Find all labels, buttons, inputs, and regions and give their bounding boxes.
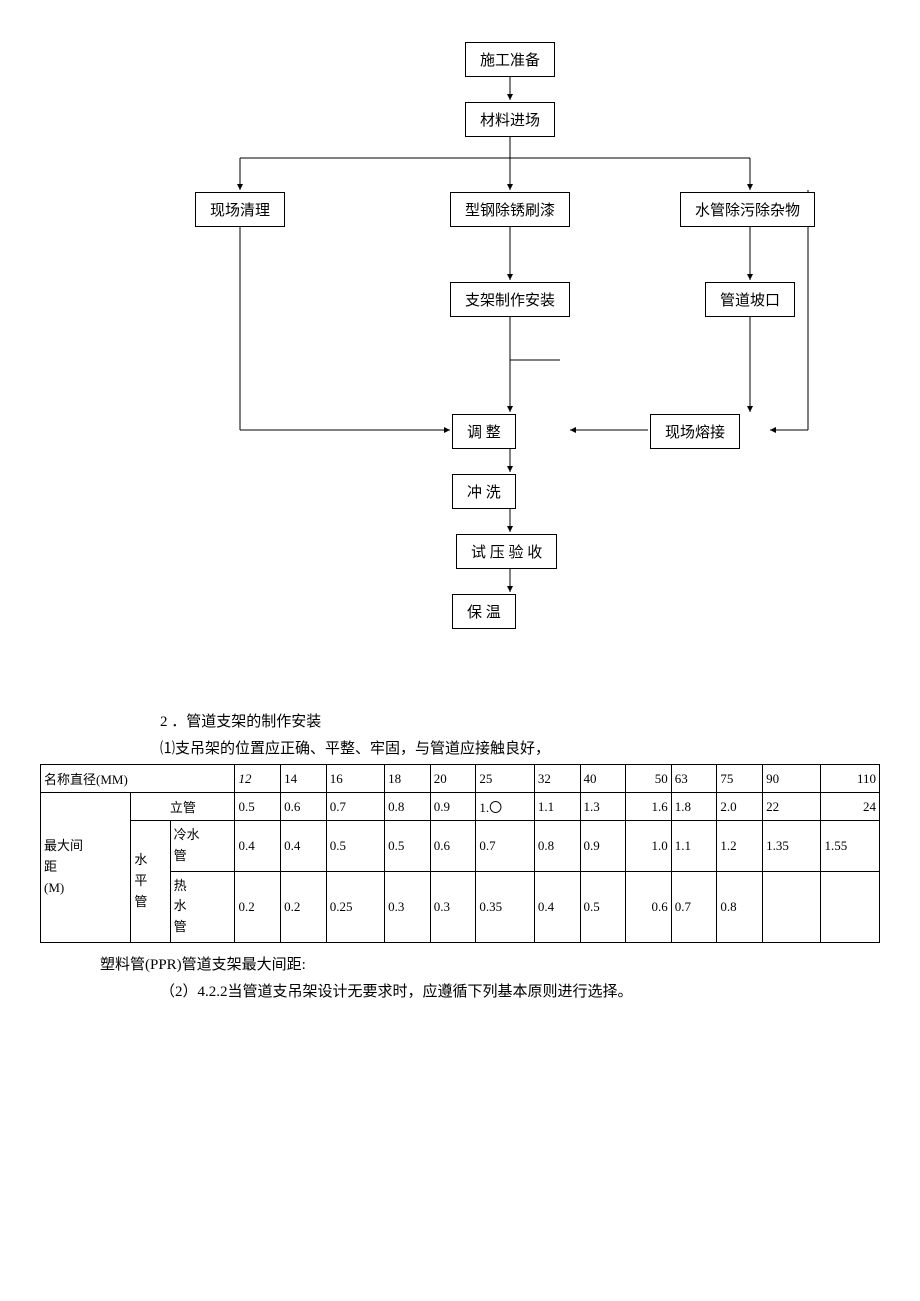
td-lg-3: 0.8 (385, 793, 431, 821)
maxspan-l3: (M) (44, 880, 64, 895)
th-d-8: 50 (626, 765, 672, 793)
td-cold-5: 0.7 (476, 821, 534, 872)
maxspan-l2: 距 (44, 859, 57, 874)
td-lg-1: 0.6 (281, 793, 327, 821)
td-maxspan-label: 最大间 距 (M) (41, 793, 131, 943)
spacing-table: 名称直径(MM) 12 14 16 18 20 25 32 40 50 63 7… (40, 764, 880, 943)
td-cold-0: 0.4 (235, 821, 281, 872)
td-cold-label: 冷水 管 (170, 821, 235, 872)
table-row-cold: 水 平 管 冷水 管 0.4 0.4 0.5 0.5 0.6 0.7 0.8 0… (41, 821, 880, 872)
td-hot-12 (821, 871, 880, 942)
hp-l1: 水 (134, 852, 147, 867)
th-d-7: 40 (580, 765, 626, 793)
maxspan-l1: 最大间 (44, 838, 83, 853)
flowchart: 施工准备 材料进场 现场清理 型钢除锈刷漆 水管除污除杂物 支架制作安装 管道坡… (110, 40, 810, 680)
th-d-3: 18 (385, 765, 431, 793)
td-lg-9: 1.8 (671, 793, 717, 821)
td-cold-7: 0.9 (580, 821, 626, 872)
td-cold-11: 1.35 (763, 821, 821, 872)
hot-l3: 管 (174, 919, 187, 934)
td-hot-9: 0.7 (671, 871, 717, 942)
flow-node-fuse: 现场熔接 (650, 414, 740, 449)
flow-node-material: 材料进场 (465, 102, 555, 137)
td-lg-6: 1.1 (534, 793, 580, 821)
td-lg-11: 22 (763, 793, 821, 821)
flow-node-bracket: 支架制作安装 (450, 282, 570, 317)
th-d-2: 16 (326, 765, 384, 793)
flow-node-prep: 施工准备 (465, 42, 555, 77)
td-cold-6: 0.8 (534, 821, 580, 872)
td-lg-4: 0.9 (430, 793, 476, 821)
td-hot-label: 热 水 管 (170, 871, 235, 942)
flow-node-site-clean: 现场清理 (195, 192, 285, 227)
section-2-point-1: ⑴支吊架的位置应正确、平整、牢固，与管道应接触良好， (160, 737, 880, 758)
td-cold-8: 1.0 (626, 821, 672, 872)
flow-connectors (110, 40, 810, 680)
flow-node-insulate: 保 温 (452, 594, 516, 629)
td-lg-label: 立管 (131, 793, 235, 821)
th-d-11: 90 (763, 765, 821, 793)
th-d-1: 14 (281, 765, 327, 793)
td-hot-10: 0.8 (717, 871, 763, 942)
td-hot-3: 0.3 (385, 871, 431, 942)
th-d-6: 32 (534, 765, 580, 793)
td-hot-4: 0.3 (430, 871, 476, 942)
flow-node-flush: 冲 洗 (452, 474, 516, 509)
th-d-0: 12 (235, 765, 281, 793)
td-lg-8: 1.6 (626, 793, 672, 821)
td-lg-0: 0.5 (235, 793, 281, 821)
cold-l1: 冷水 (174, 827, 200, 842)
td-lg-10: 2.0 (717, 793, 763, 821)
td-lg-12: 24 (821, 793, 880, 821)
td-lg-2: 0.7 (326, 793, 384, 821)
td-hot-8: 0.6 (626, 871, 672, 942)
flow-node-pipe-clean: 水管除污除杂物 (680, 192, 815, 227)
td-hot-6: 0.4 (534, 871, 580, 942)
table-row-vertical: 最大间 距 (M) 立管 0.5 0.6 0.7 0.8 0.9 1.〇 1.1… (41, 793, 880, 821)
hp-l2: 平 (134, 873, 147, 888)
hot-l2: 水 (174, 898, 187, 913)
th-d-12: 110 (821, 765, 880, 793)
td-hot-2: 0.25 (326, 871, 384, 942)
th-d-10: 75 (717, 765, 763, 793)
td-cold-1: 0.4 (281, 821, 327, 872)
table-caption: 塑料管(PPR)管道支架最大间距: (100, 953, 880, 974)
td-lg-7: 1.3 (580, 793, 626, 821)
td-cold-4: 0.6 (430, 821, 476, 872)
th-name-diameter: 名称直径(MM) (41, 765, 235, 793)
th-d-5: 25 (476, 765, 534, 793)
td-lg-5: 1.〇 (476, 793, 534, 821)
td-horizontal-label: 水 平 管 (131, 821, 170, 943)
td-hot-11 (763, 871, 821, 942)
td-cold-2: 0.5 (326, 821, 384, 872)
td-hot-5: 0.35 (476, 871, 534, 942)
td-cold-10: 1.2 (717, 821, 763, 872)
td-cold-12: 1.55 (821, 821, 880, 872)
th-d-4: 20 (430, 765, 476, 793)
section-2-title: 2 ．管道支架的制作安装 (160, 710, 880, 731)
td-cold-3: 0.5 (385, 821, 431, 872)
hot-l1: 热 (174, 878, 187, 893)
td-hot-7: 0.5 (580, 871, 626, 942)
flow-node-adjust: 调 整 (452, 414, 516, 449)
th-d-9: 63 (671, 765, 717, 793)
flow-node-test: 试 压 验 收 (456, 534, 557, 569)
flow-node-bevel: 管道坡口 (705, 282, 795, 317)
table-header-row: 名称直径(MM) 12 14 16 18 20 25 32 40 50 63 7… (41, 765, 880, 793)
td-cold-9: 1.1 (671, 821, 717, 872)
section-2-point-2: （2）4.2.2当管道支吊架设计无要求时，应遵循下列基本原则进行选择。 (160, 980, 880, 1001)
flow-node-steel-paint: 型钢除锈刷漆 (450, 192, 570, 227)
cold-l2: 管 (174, 848, 187, 863)
hp-l3: 管 (134, 894, 147, 909)
td-hot-1: 0.2 (281, 871, 327, 942)
td-hot-0: 0.2 (235, 871, 281, 942)
